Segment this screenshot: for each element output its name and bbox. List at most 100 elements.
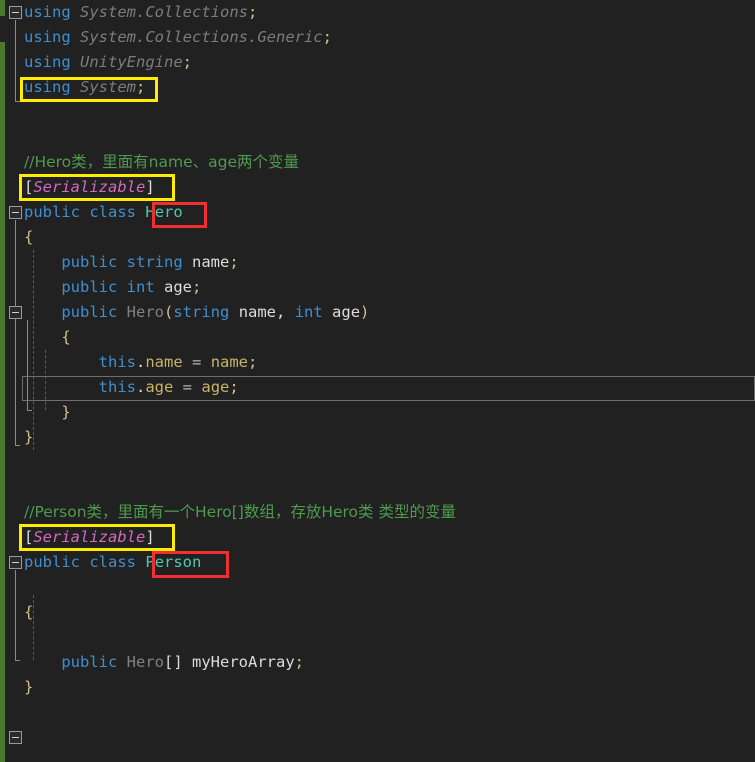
- token-kw: class: [89, 553, 137, 571]
- token-kw: public: [61, 653, 118, 671]
- token-plain: name: [192, 253, 230, 271]
- code-line-text[interactable]: {: [24, 325, 71, 350]
- code-line-text[interactable]: }: [24, 400, 71, 425]
- token-punc: {: [24, 228, 34, 246]
- token-punc: }: [61, 403, 71, 421]
- token-kw: public: [61, 278, 118, 296]
- token-dim: System.Collections.Generic: [80, 28, 323, 46]
- fold-marker-line-1-icon[interactable]: [9, 6, 22, 19]
- fold-marker-line-23-icon[interactable]: [9, 556, 22, 569]
- code-line[interactable]: }: [0, 675, 755, 700]
- code-line[interactable]: using System;: [0, 75, 755, 100]
- code-line[interactable]: [0, 700, 755, 725]
- code-line-text[interactable]: [Serializable]: [24, 175, 155, 200]
- token-kw: public: [61, 303, 118, 321]
- code-line-text[interactable]: this.age = age;: [24, 375, 239, 400]
- code-line[interactable]: [0, 575, 755, 600]
- code-line[interactable]: {: [0, 225, 755, 250]
- token-field: age: [201, 378, 230, 396]
- token-punc: ;: [192, 278, 202, 296]
- token-kw: using: [24, 28, 71, 46]
- code-line[interactable]: [0, 725, 755, 750]
- token-field: age: [145, 378, 174, 396]
- code-line-text[interactable]: public Hero[] myHeroArray;: [24, 650, 304, 675]
- fold-marker-line-9-icon[interactable]: [9, 206, 22, 219]
- code-line-text[interactable]: public class Hero: [24, 200, 183, 225]
- code-line[interactable]: public class Person: [0, 550, 755, 575]
- code-line[interactable]: [0, 625, 755, 650]
- code-line-text[interactable]: }: [24, 425, 33, 450]
- code-line-text[interactable]: public int age;: [24, 275, 201, 300]
- code-line[interactable]: [0, 125, 755, 150]
- code-line[interactable]: [0, 750, 755, 762]
- code-line[interactable]: {: [0, 600, 755, 625]
- code-line[interactable]: [Serializable]: [0, 525, 755, 550]
- code-line-text[interactable]: {: [24, 600, 33, 625]
- token-dim: System.Collections: [80, 3, 248, 21]
- token-plain: myHeroArray: [192, 653, 295, 671]
- code-line-text[interactable]: [Serializable]: [24, 525, 155, 550]
- code-line[interactable]: }: [0, 400, 755, 425]
- token-kw: public: [61, 253, 118, 271]
- token-punc: {: [61, 328, 71, 346]
- code-line[interactable]: public class Hero: [0, 200, 755, 225]
- code-line-text[interactable]: public Hero(string name, int age): [24, 300, 369, 325]
- code-line[interactable]: {: [0, 325, 755, 350]
- code-line-text[interactable]: this.name = name;: [24, 350, 258, 375]
- code-line[interactable]: //Hero类，里面有name、age两个变量: [0, 150, 755, 175]
- code-line[interactable]: public string name;: [0, 250, 755, 275]
- code-line[interactable]: [0, 100, 755, 125]
- token-punc: }: [24, 678, 34, 696]
- code-line-text[interactable]: public string name;: [24, 250, 238, 275]
- fold-marker-line-13-icon[interactable]: [9, 306, 22, 319]
- code-line[interactable]: [Serializable]: [0, 175, 755, 200]
- code-line[interactable]: public Hero(string name, int age): [0, 300, 755, 325]
- code-line[interactable]: [0, 450, 755, 475]
- code-line[interactable]: using UnityEngine;: [0, 50, 755, 75]
- token-punc: (: [164, 303, 174, 321]
- token-plain: [: [24, 528, 34, 546]
- token-field: name: [145, 353, 183, 371]
- code-line[interactable]: public int age;: [0, 275, 755, 300]
- token-attr: Serializable: [33, 178, 146, 196]
- token-chcom: //Person类，里面有一个Hero[]数组，存放Hero类 类型的变量: [24, 503, 456, 521]
- code-line[interactable]: //Person类，里面有一个Hero[]数组，存放Hero类 类型的变量: [0, 500, 755, 525]
- code-line-text[interactable]: {: [24, 225, 33, 250]
- code-line-text[interactable]: public class Person: [24, 550, 201, 575]
- token-plain: name: [238, 303, 277, 321]
- code-line[interactable]: using System.Collections;: [0, 0, 755, 25]
- token-kw: string: [126, 253, 183, 271]
- code-line[interactable]: this.age = age;: [0, 375, 755, 400]
- code-line-text[interactable]: using System.Collections;: [24, 0, 257, 25]
- token-plain: .: [135, 378, 146, 396]
- token-kw: class: [89, 203, 137, 221]
- code-editor-viewport[interactable]: using System.Collections; using System.Co…: [0, 0, 755, 762]
- token-plain: ,: [276, 303, 286, 321]
- code-line-text[interactable]: }: [24, 675, 33, 700]
- code-line[interactable]: using System.Collections.Generic;: [0, 25, 755, 50]
- code-line-text[interactable]: //Person类，里面有一个Hero[]数组，存放Hero类 类型的变量: [24, 500, 456, 525]
- token-plain: .: [135, 353, 146, 371]
- fold-marker-line-32-icon[interactable]: [9, 731, 22, 744]
- code-line[interactable]: [0, 475, 755, 500]
- token-punc: ;: [294, 653, 305, 671]
- code-line-text[interactable]: using System.Collections.Generic;: [24, 25, 332, 50]
- token-plain: [: [24, 178, 34, 196]
- code-line-text[interactable]: //Hero类，里面有name、age两个变量: [24, 150, 299, 175]
- code-line-text[interactable]: using UnityEngine;: [24, 50, 192, 75]
- code-line-text[interactable]: using System;: [24, 75, 145, 100]
- code-line[interactable]: }: [0, 425, 755, 450]
- code-line[interactable]: this.name = name;: [0, 350, 755, 375]
- token-kw: public: [24, 203, 80, 221]
- code-line[interactable]: public Hero[] myHeroArray;: [0, 650, 755, 675]
